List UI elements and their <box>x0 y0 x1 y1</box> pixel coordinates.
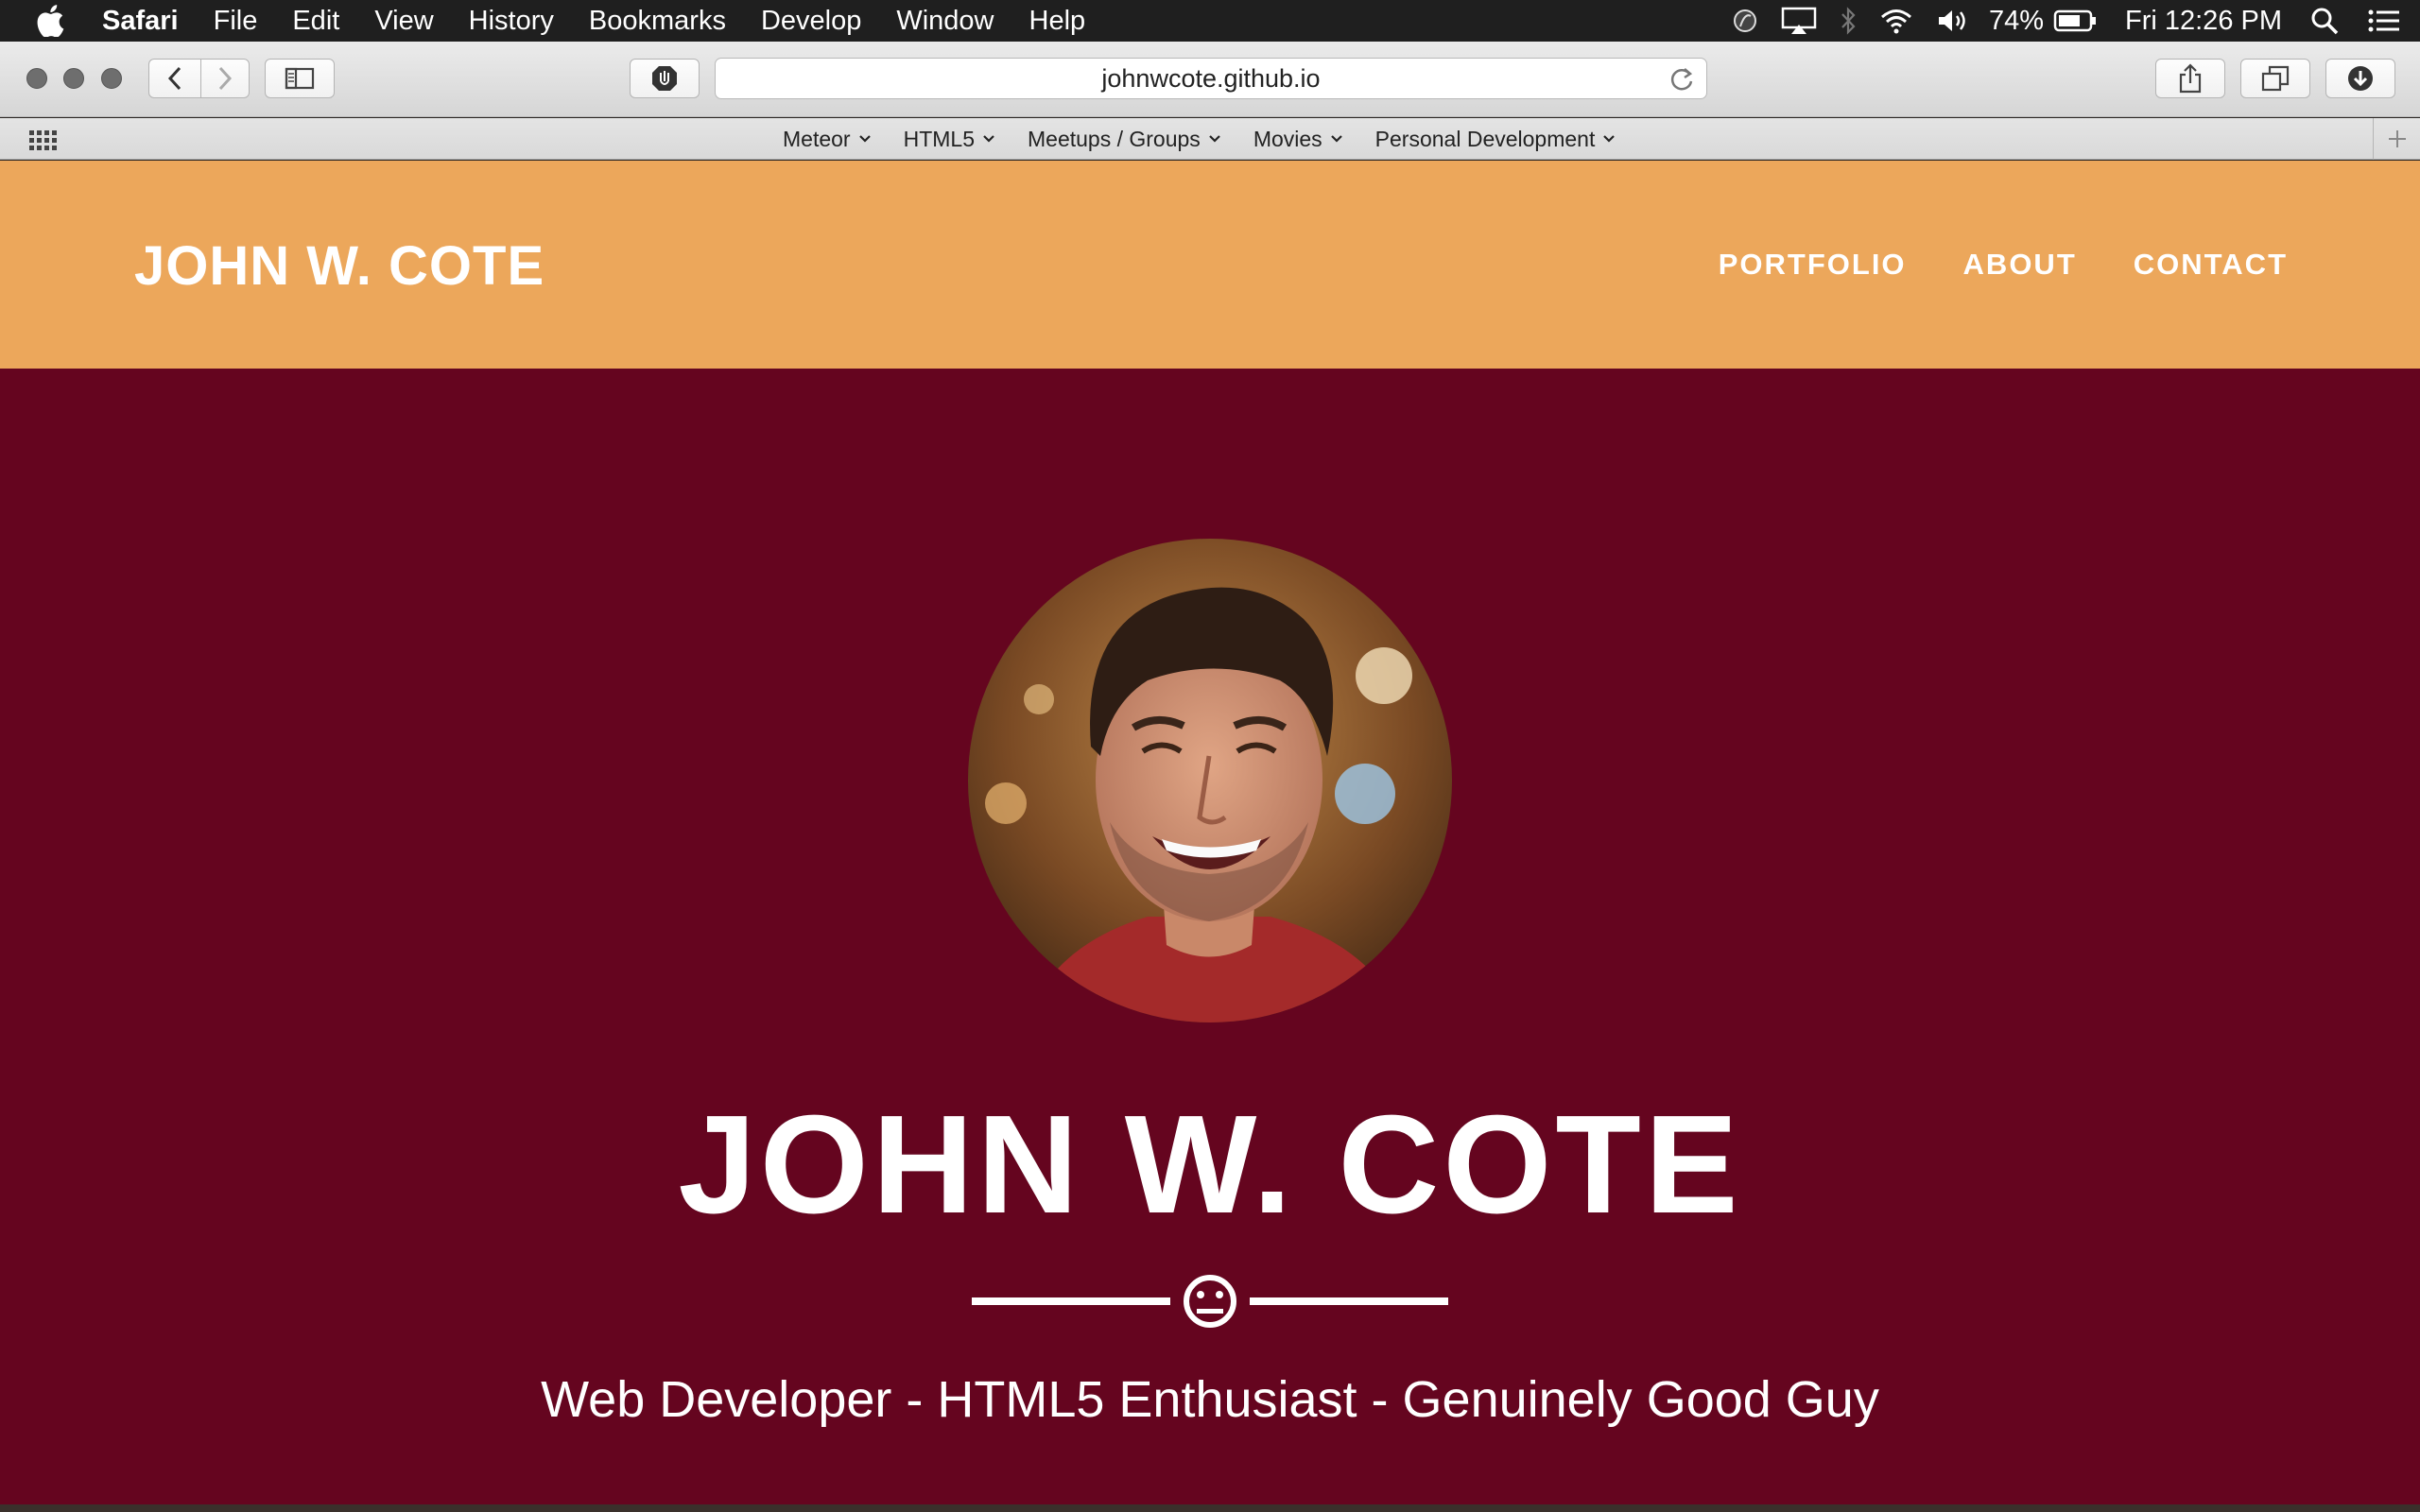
nav-portfolio[interactable]: PORTFOLIO <box>1719 248 1907 282</box>
battery-icon[interactable] <box>2053 9 2097 33</box>
nav-contact[interactable]: CONTACT <box>2134 248 2288 282</box>
profile-photo <box>968 539 1452 1022</box>
volume-icon[interactable] <box>1936 8 1970 34</box>
chevron-down-icon <box>1603 135 1616 143</box>
privacy-shield-icon <box>652 66 677 91</box>
back-button[interactable] <box>148 59 201 98</box>
favorite-label: Meteor <box>783 126 851 151</box>
top-sites-grid-icon[interactable] <box>28 129 57 156</box>
chevron-down-icon <box>1209 135 1220 143</box>
sidebar-icon <box>285 67 315 90</box>
spotlight-icon[interactable] <box>2310 7 2339 35</box>
favorite-folder-meteor[interactable]: Meteor <box>783 127 872 152</box>
site-nav: PORTFOLIO ABOUT CONTACT <box>1662 248 2288 282</box>
menubar-clock[interactable]: Fri 12:26 PM <box>2125 6 2282 37</box>
sidebar-button[interactable] <box>265 59 335 98</box>
wifi-icon[interactable] <box>1879 8 1913 34</box>
favorite-folder-movies[interactable]: Movies <box>1253 127 1343 152</box>
menu-window[interactable]: Window <box>896 6 994 37</box>
neutral-face-icon <box>1184 1275 1236 1328</box>
menu-file[interactable]: File <box>214 6 258 37</box>
airplay-icon[interactable] <box>1781 7 1817 35</box>
notification-center-icon[interactable] <box>2367 8 2401 34</box>
forward-icon <box>218 66 233 91</box>
favorite-label: Personal Development <box>1374 126 1596 151</box>
new-tab-button[interactable] <box>2373 118 2420 160</box>
nav-about[interactable]: ABOUT <box>1963 248 2077 282</box>
favorite-label: Movies <box>1253 126 1322 151</box>
menu-bookmarks[interactable]: Bookmarks <box>589 6 726 37</box>
battery-percent: 74% <box>1988 5 2044 36</box>
window-zoom-button[interactable] <box>101 68 122 89</box>
site-header: JOHN W. COTE PORTFOLIO ABOUT CONTACT <box>0 161 2420 369</box>
bluetooth-icon[interactable] <box>1840 7 1857 35</box>
favorite-label: Meetups / Groups <box>1028 126 1201 151</box>
status-area: 74% Fri 12:26 PM <box>1709 0 2420 42</box>
address-bar[interactable]: johnwcote.github.io <box>715 58 1707 99</box>
menu-history[interactable]: History <box>469 6 554 37</box>
back-icon <box>167 66 182 91</box>
window-close-button[interactable] <box>26 68 47 89</box>
menu-help[interactable]: Help <box>1029 6 1086 37</box>
menu-view[interactable]: View <box>374 6 433 37</box>
url-text[interactable]: johnwcote.github.io <box>1101 64 1320 94</box>
hero-tagline: Web Developer - HTML5 Enthusiast - Genui… <box>541 1371 1879 1428</box>
tabs-icon <box>2261 65 2290 92</box>
page-bottom-edge <box>0 1504 2420 1512</box>
favorites-bar: Meteor HTML5 Meetups / Groups Movies Per… <box>0 118 2420 160</box>
star-divider <box>972 1275 1448 1328</box>
apple-icon[interactable] <box>36 5 74 37</box>
favorite-folder-html5[interactable]: HTML5 <box>904 127 995 152</box>
menu-develop[interactable]: Develop <box>761 6 861 37</box>
downloads-button[interactable] <box>2325 59 2395 98</box>
reload-icon[interactable] <box>1668 66 1695 99</box>
tabs-button[interactable] <box>2240 59 2310 98</box>
hero-title: JOHN W. COTE <box>678 1087 1742 1243</box>
favorites-list: Meteor HTML5 Meetups / Groups Movies Per… <box>783 118 1648 160</box>
share-button[interactable] <box>2155 59 2225 98</box>
favorite-label: HTML5 <box>903 126 975 151</box>
chevron-down-icon <box>858 135 871 143</box>
share-icon <box>2179 63 2202 94</box>
favorite-folder-personal-development[interactable]: Personal Development <box>1375 127 1616 152</box>
plus-icon <box>2388 130 2406 147</box>
chevron-down-icon <box>1330 135 1342 143</box>
hero-section: JOHN W. COTE Web Developer - HTML5 Enthu… <box>0 369 2420 1504</box>
downloads-icon <box>2348 66 2373 91</box>
privacy-button[interactable] <box>630 59 700 98</box>
menu-edit[interactable]: Edit <box>292 6 339 37</box>
site-brand-link[interactable]: JOHN W. COTE <box>134 234 544 298</box>
macos-menu-bar: Safari File Edit View History Bookmarks … <box>0 0 2420 42</box>
window-minimize-button[interactable] <box>63 68 84 89</box>
favorite-folder-meetups[interactable]: Meetups / Groups <box>1028 127 1221 152</box>
browser-toolbar: johnwcote.github.io <box>0 42 2420 117</box>
forward-button[interactable] <box>200 59 250 98</box>
menu-app-safari[interactable]: Safari <box>102 6 179 37</box>
circle-app-icon[interactable] <box>1732 8 1758 34</box>
chevron-down-icon <box>983 135 994 143</box>
